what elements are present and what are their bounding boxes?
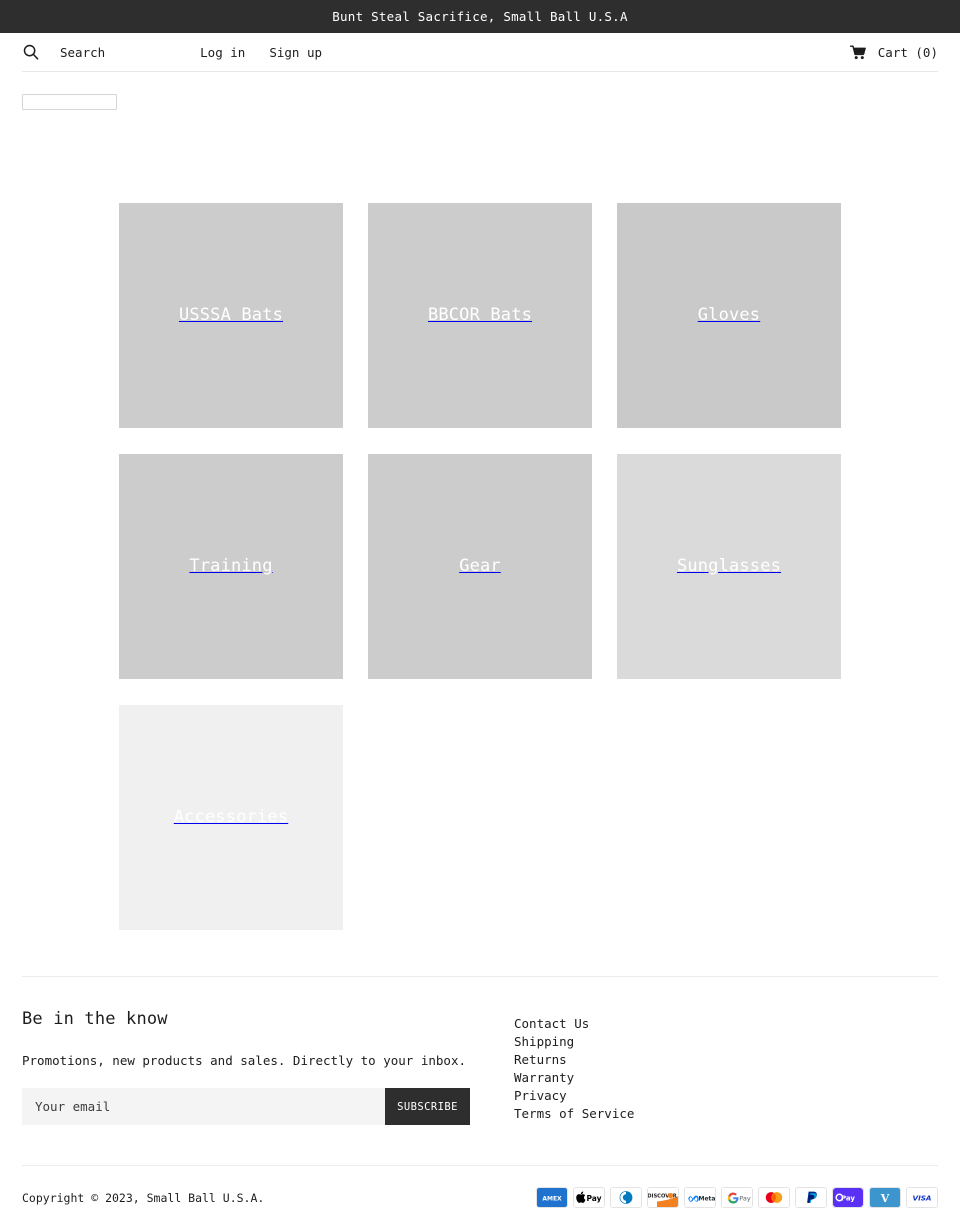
diners-club-icon: [610, 1187, 642, 1209]
discover-icon: DISCOVER: [647, 1187, 679, 1209]
footer-bottom-bar: Copyright © 2023, Small Ball U.S.A. AMEX…: [0, 1166, 960, 1209]
collection-tile-title: Sunglasses: [676, 556, 782, 576]
footer-link-terms-of-service[interactable]: Terms of Service: [514, 1105, 634, 1123]
search-icon[interactable]: [22, 43, 40, 61]
american-express-icon: AMEX: [536, 1187, 568, 1209]
collection-tile-title: Accessories: [173, 807, 289, 827]
footer-link-shipping[interactable]: Shipping: [514, 1033, 634, 1051]
footer-link-warranty[interactable]: Warranty: [514, 1069, 634, 1087]
payment-methods-list: AMEX Pay DISCOVER Meta Pay Pay V VISA: [536, 1187, 938, 1209]
newsletter-form: SUBSCRIBE: [22, 1088, 470, 1126]
newsletter-section: Be in the know Promotions, new products …: [22, 999, 470, 1126]
site-header: Search Log in Sign up Cart (0): [0, 33, 960, 71]
collection-tile-title: BBCOR Bats: [427, 305, 533, 325]
collection-tile-title: Gloves: [697, 305, 761, 325]
footer-link-returns[interactable]: Returns: [514, 1051, 634, 1069]
cart-button[interactable]: Cart (0): [850, 44, 938, 60]
svg-text:Pay: Pay: [586, 1194, 601, 1203]
announcement-bar: Bunt Steal Sacrifice, Small Ball U.S.A: [0, 0, 960, 33]
collection-tile-bbcor-bats[interactable]: BBCOR Bats: [368, 203, 592, 428]
svg-text:V: V: [880, 1192, 890, 1205]
site-footer: Be in the know Promotions, new products …: [0, 977, 960, 1126]
header-nav: Log in Sign up: [200, 45, 322, 60]
shopping-cart-icon: [850, 44, 868, 60]
stray-text-input[interactable]: [22, 94, 117, 110]
collection-tile-usssa-bats[interactable]: USSSA Bats: [119, 203, 343, 428]
newsletter-subtext: Promotions, new products and sales. Dire…: [22, 1053, 467, 1068]
nav-link-sign-up[interactable]: Sign up: [269, 45, 322, 60]
apple-pay-icon: Pay: [573, 1187, 605, 1209]
footer-link-privacy[interactable]: Privacy: [514, 1087, 634, 1105]
search-label[interactable]: Search: [60, 45, 105, 60]
copyright-text: Copyright © 2023, Small Ball U.S.A.: [22, 1190, 265, 1205]
collection-tile-title: USSSA Bats: [178, 305, 284, 325]
svg-text:Pay: Pay: [739, 1195, 751, 1203]
collection-tile-accessories[interactable]: Accessories: [119, 705, 343, 930]
shop-pay-icon: Pay: [832, 1187, 864, 1209]
email-field[interactable]: [22, 1088, 385, 1126]
collection-grid: USSSA Bats BBCOR Bats Gloves Training Ge…: [22, 203, 938, 930]
stray-input-wrapper: [0, 72, 960, 110]
nav-link-log-in[interactable]: Log in: [200, 45, 245, 60]
mastercard-icon: [758, 1187, 790, 1209]
meta-pay-icon: Meta: [684, 1187, 716, 1209]
announcement-text: Bunt Steal Sacrifice, Small Ball U.S.A: [332, 9, 628, 24]
cart-label: Cart (0): [877, 44, 938, 60]
svg-text:Meta: Meta: [699, 1196, 715, 1203]
collection-list-section: USSSA Bats BBCOR Bats Gloves Training Ge…: [0, 203, 960, 930]
svg-text:VISA: VISA: [913, 1194, 932, 1203]
paypal-icon: [795, 1187, 827, 1209]
collection-tile-gear[interactable]: Gear: [368, 454, 592, 679]
visa-icon: VISA: [906, 1187, 938, 1209]
header-left-group: Search Log in Sign up: [22, 43, 322, 61]
collection-tile-title: Training: [189, 556, 273, 576]
footer-link-contact-us[interactable]: Contact Us: [514, 1015, 634, 1033]
google-pay-icon: Pay: [721, 1187, 753, 1209]
collection-tile-training[interactable]: Training: [119, 454, 343, 679]
venmo-icon: V: [869, 1187, 901, 1209]
newsletter-heading: Be in the know: [22, 1009, 168, 1029]
subscribe-button[interactable]: SUBSCRIBE: [385, 1088, 470, 1126]
svg-text:AMEX: AMEX: [542, 1196, 562, 1203]
collection-tile-title: Gear: [459, 556, 501, 576]
footer-link-list: Contact Us Shipping Returns Warranty Pri…: [514, 999, 634, 1123]
collection-tile-gloves[interactable]: Gloves: [617, 203, 841, 428]
collection-tile-sunglasses[interactable]: Sunglasses: [617, 454, 841, 679]
